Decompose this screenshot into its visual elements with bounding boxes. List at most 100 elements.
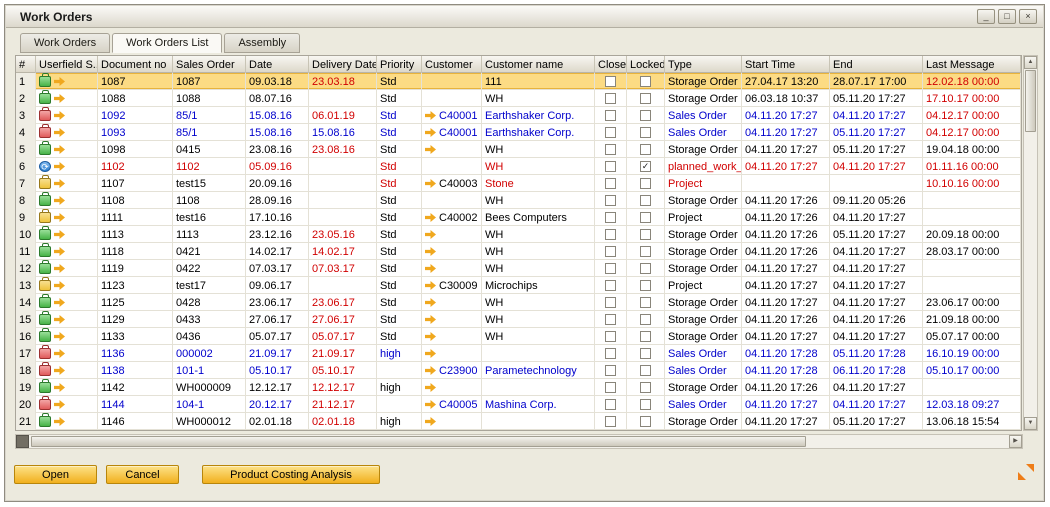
link-arrow-icon[interactable] — [54, 247, 65, 256]
link-arrow-icon[interactable] — [54, 264, 65, 273]
table-row[interactable]: 111118042114.02.1714.02.17StdWHStorage O… — [16, 243, 1021, 260]
closed-checkbox[interactable] — [605, 348, 616, 359]
table-row[interactable]: 151129043327.06.1727.06.17StdWHStorage O… — [16, 311, 1021, 328]
table-row[interactable]: 181138101-105.10.1705.10.17C23900Paramet… — [16, 362, 1021, 379]
locked-checkbox[interactable] — [640, 399, 651, 410]
link-arrow-icon[interactable] — [425, 111, 436, 120]
column-header-customer-name[interactable]: Customer name — [482, 56, 595, 73]
link-arrow-icon[interactable] — [54, 145, 65, 154]
tab-work-orders[interactable]: Work Orders — [20, 33, 110, 53]
table-row[interactable]: 191142WH00000912.12.1712.12.17highStorag… — [16, 379, 1021, 396]
link-arrow-icon[interactable] — [425, 247, 436, 256]
column-header-locked[interactable]: Locked — [627, 56, 665, 73]
locked-checkbox[interactable] — [640, 331, 651, 342]
horizontal-scrollbar[interactable]: ▶ — [15, 434, 1023, 449]
link-arrow-icon[interactable] — [54, 281, 65, 290]
column-header-userfield[interactable]: Userfield S... — [36, 56, 98, 73]
link-arrow-icon[interactable] — [425, 145, 436, 154]
table-row[interactable]: 3109285/115.08.1606.01.19StdC40001Earths… — [16, 107, 1021, 124]
resize-form-icon[interactable] — [1018, 464, 1034, 480]
link-arrow-icon[interactable] — [54, 77, 65, 86]
locked-checkbox[interactable] — [640, 144, 651, 155]
locked-checkbox[interactable]: ✓ — [640, 161, 651, 172]
link-arrow-icon[interactable] — [54, 366, 65, 375]
table-row[interactable]: 211146WH00001202.01.1802.01.18highStorag… — [16, 413, 1021, 430]
locked-checkbox[interactable] — [640, 263, 651, 274]
link-arrow-icon[interactable] — [54, 94, 65, 103]
link-arrow-icon[interactable] — [54, 349, 65, 358]
cancel-button[interactable]: Cancel — [106, 465, 179, 484]
column-header-type[interactable]: Type — [665, 56, 742, 73]
locked-checkbox[interactable] — [640, 127, 651, 138]
locked-checkbox[interactable] — [640, 246, 651, 257]
tab-work-orders-list[interactable]: Work Orders List — [112, 33, 222, 53]
closed-checkbox[interactable] — [605, 144, 616, 155]
closed-checkbox[interactable] — [605, 161, 616, 172]
locked-checkbox[interactable] — [640, 212, 651, 223]
closed-checkbox[interactable] — [605, 246, 616, 257]
closed-checkbox[interactable] — [605, 229, 616, 240]
close-icon[interactable]: × — [1019, 9, 1037, 24]
column-header-priority[interactable]: Priority — [377, 56, 422, 73]
column-header-delivery-date[interactable]: Delivery Date — [309, 56, 377, 73]
closed-checkbox[interactable] — [605, 314, 616, 325]
closed-checkbox[interactable] — [605, 280, 616, 291]
closed-checkbox[interactable] — [605, 93, 616, 104]
column-header-last-message[interactable]: Last Message — [923, 56, 1021, 73]
locked-checkbox[interactable] — [640, 110, 651, 121]
link-arrow-icon[interactable] — [54, 196, 65, 205]
table-row[interactable]: 51098041523.08.1623.08.16StdWHStorage Or… — [16, 141, 1021, 158]
scroll-right-icon[interactable]: ▶ — [1009, 435, 1022, 448]
table-row[interactable]: 91111test1617.10.16StdC40002Bees Compute… — [16, 209, 1021, 226]
link-arrow-icon[interactable] — [425, 179, 436, 188]
link-arrow-icon[interactable] — [54, 128, 65, 137]
column-header-date[interactable]: Date — [246, 56, 309, 73]
column-header-start-time[interactable]: Start Time — [742, 56, 830, 73]
link-arrow-icon[interactable] — [425, 264, 436, 273]
locked-checkbox[interactable] — [640, 365, 651, 376]
table-row[interactable]: 17113600000221.09.1721.09.17highSales Or… — [16, 345, 1021, 362]
link-arrow-icon[interactable] — [425, 383, 436, 392]
closed-checkbox[interactable] — [605, 263, 616, 274]
column-header-customer[interactable]: Customer — [422, 56, 482, 73]
minimize-icon[interactable]: _ — [977, 9, 995, 24]
link-arrow-icon[interactable] — [425, 400, 436, 409]
closed-checkbox[interactable] — [605, 110, 616, 121]
vertical-scrollbar[interactable]: ▲ ▼ — [1023, 55, 1038, 431]
table-row[interactable]: 81108110828.09.16StdWHStorage Order04.11… — [16, 192, 1021, 209]
link-arrow-icon[interactable] — [425, 315, 436, 324]
scroll-down-icon[interactable]: ▼ — [1024, 417, 1037, 430]
scroll-up-icon[interactable]: ▲ — [1024, 56, 1037, 69]
scrollbar-splitter[interactable] — [16, 435, 29, 448]
locked-checkbox[interactable] — [640, 178, 651, 189]
product-costing-analysis-button[interactable]: Product Costing Analysis — [202, 465, 380, 484]
table-row[interactable]: 121119042207.03.1707.03.17StdWHStorage O… — [16, 260, 1021, 277]
title-bar[interactable]: Work Orders _ □ × — [6, 6, 1043, 28]
table-row[interactable]: 201144104-120.12.1721.12.17C40005Mashina… — [16, 396, 1021, 413]
closed-checkbox[interactable] — [605, 365, 616, 376]
locked-checkbox[interactable] — [640, 195, 651, 206]
link-arrow-icon[interactable] — [54, 162, 65, 171]
locked-checkbox[interactable] — [640, 382, 651, 393]
closed-checkbox[interactable] — [605, 212, 616, 223]
closed-checkbox[interactable] — [605, 195, 616, 206]
locked-checkbox[interactable] — [640, 229, 651, 240]
locked-checkbox[interactable] — [640, 76, 651, 87]
link-arrow-icon[interactable] — [425, 417, 436, 426]
column-header-document-no[interactable]: Document no — [98, 56, 173, 73]
closed-checkbox[interactable] — [605, 127, 616, 138]
locked-checkbox[interactable] — [640, 93, 651, 104]
table-row[interactable]: 4109385/115.08.1615.08.16StdC40001Earths… — [16, 124, 1021, 141]
locked-checkbox[interactable] — [640, 280, 651, 291]
closed-checkbox[interactable] — [605, 399, 616, 410]
closed-checkbox[interactable] — [605, 76, 616, 87]
closed-checkbox[interactable] — [605, 297, 616, 308]
link-arrow-icon[interactable] — [54, 400, 65, 409]
link-arrow-icon[interactable] — [54, 417, 65, 426]
locked-checkbox[interactable] — [640, 314, 651, 325]
open-button[interactable]: Open — [14, 465, 97, 484]
locked-checkbox[interactable] — [640, 348, 651, 359]
closed-checkbox[interactable] — [605, 178, 616, 189]
link-arrow-icon[interactable] — [425, 366, 436, 375]
link-arrow-icon[interactable] — [425, 332, 436, 341]
